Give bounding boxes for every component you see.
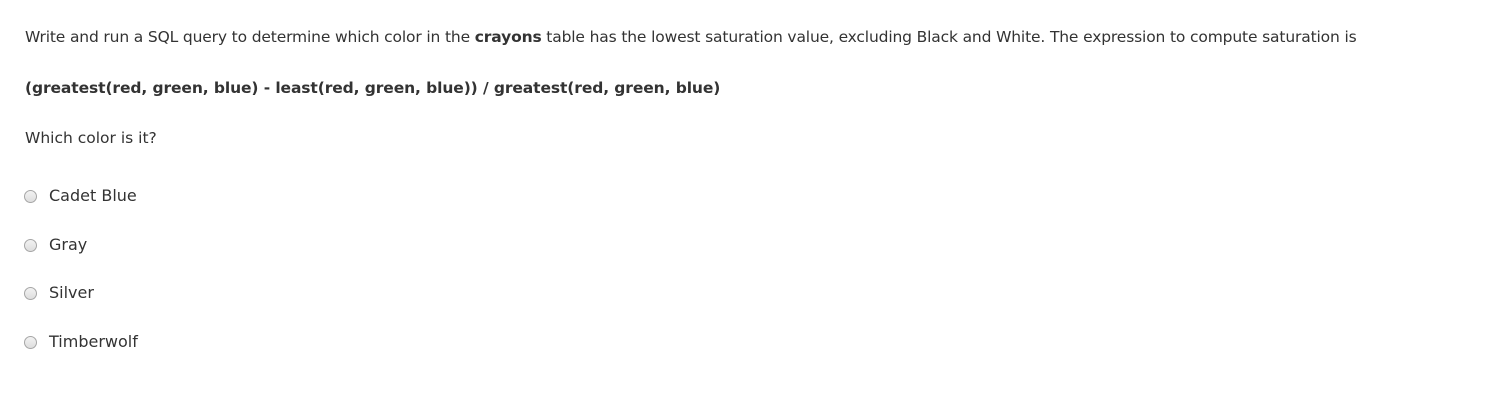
saturation-formula: (greatest(red, green, blue) - least(red,… [25, 79, 721, 97]
radio-button[interactable] [24, 238, 37, 252]
question-intro: Write and run a SQL query to determine w… [25, 26, 1357, 48]
option-gray[interactable]: Gray [24, 233, 87, 257]
table-name: crayons [474, 28, 542, 46]
radio-button[interactable] [24, 286, 37, 300]
intro-text-after: table has the lowest saturation value, e… [541, 28, 1357, 46]
option-label: Silver [49, 283, 94, 302]
option-silver[interactable]: Silver [24, 281, 94, 305]
radio-button[interactable] [24, 335, 37, 349]
intro-text-before: Write and run a SQL query to determine w… [25, 28, 475, 46]
option-label: Timberwolf [49, 332, 138, 351]
question-ask: Which color is it? [25, 129, 157, 147]
option-label: Cadet Blue [49, 186, 137, 205]
radio-button[interactable] [24, 189, 37, 203]
option-timberwolf[interactable]: Timberwolf [24, 330, 138, 354]
option-cadet-blue[interactable]: Cadet Blue [24, 184, 137, 208]
option-label: Gray [49, 235, 88, 254]
